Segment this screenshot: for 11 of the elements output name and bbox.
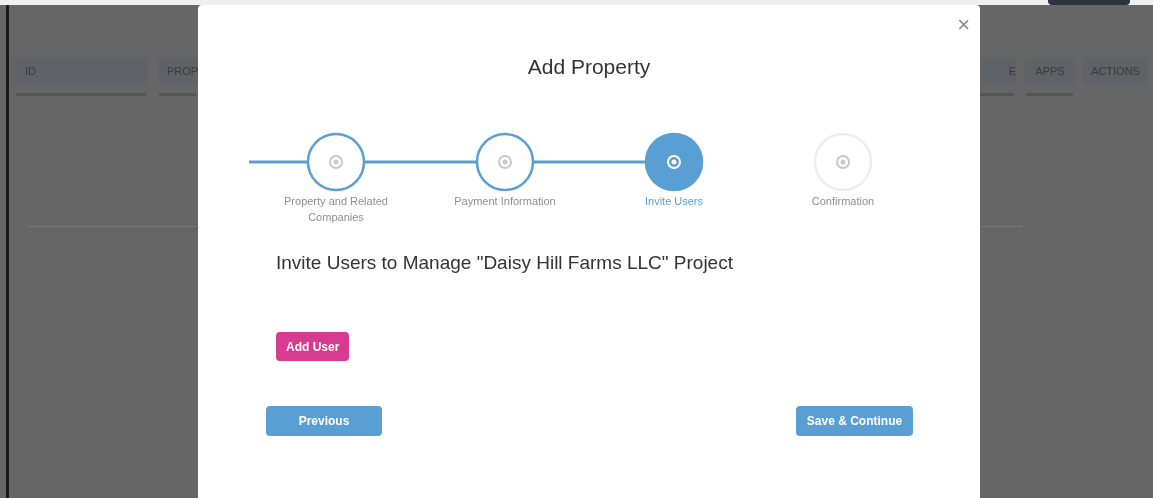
add-user-button[interactable]: Add User — [276, 332, 350, 361]
step-label: Confirmation — [810, 194, 876, 209]
step-label: Payment Information — [453, 194, 557, 209]
section-heading: Invite Users to Manage "Daisy Hill Farms LLC" Project — [276, 251, 733, 275]
step-label: Property and Related Companies — [283, 194, 389, 225]
previous-button[interactable]: Previous — [266, 406, 382, 436]
step-label: Invite Users — [643, 194, 705, 209]
modal-title: Add Property — [526, 54, 652, 80]
close-button[interactable]: × — [957, 14, 970, 36]
top-button[interactable] — [1048, 0, 1130, 5]
save-continue-button[interactable]: Save & Continue — [796, 406, 913, 436]
